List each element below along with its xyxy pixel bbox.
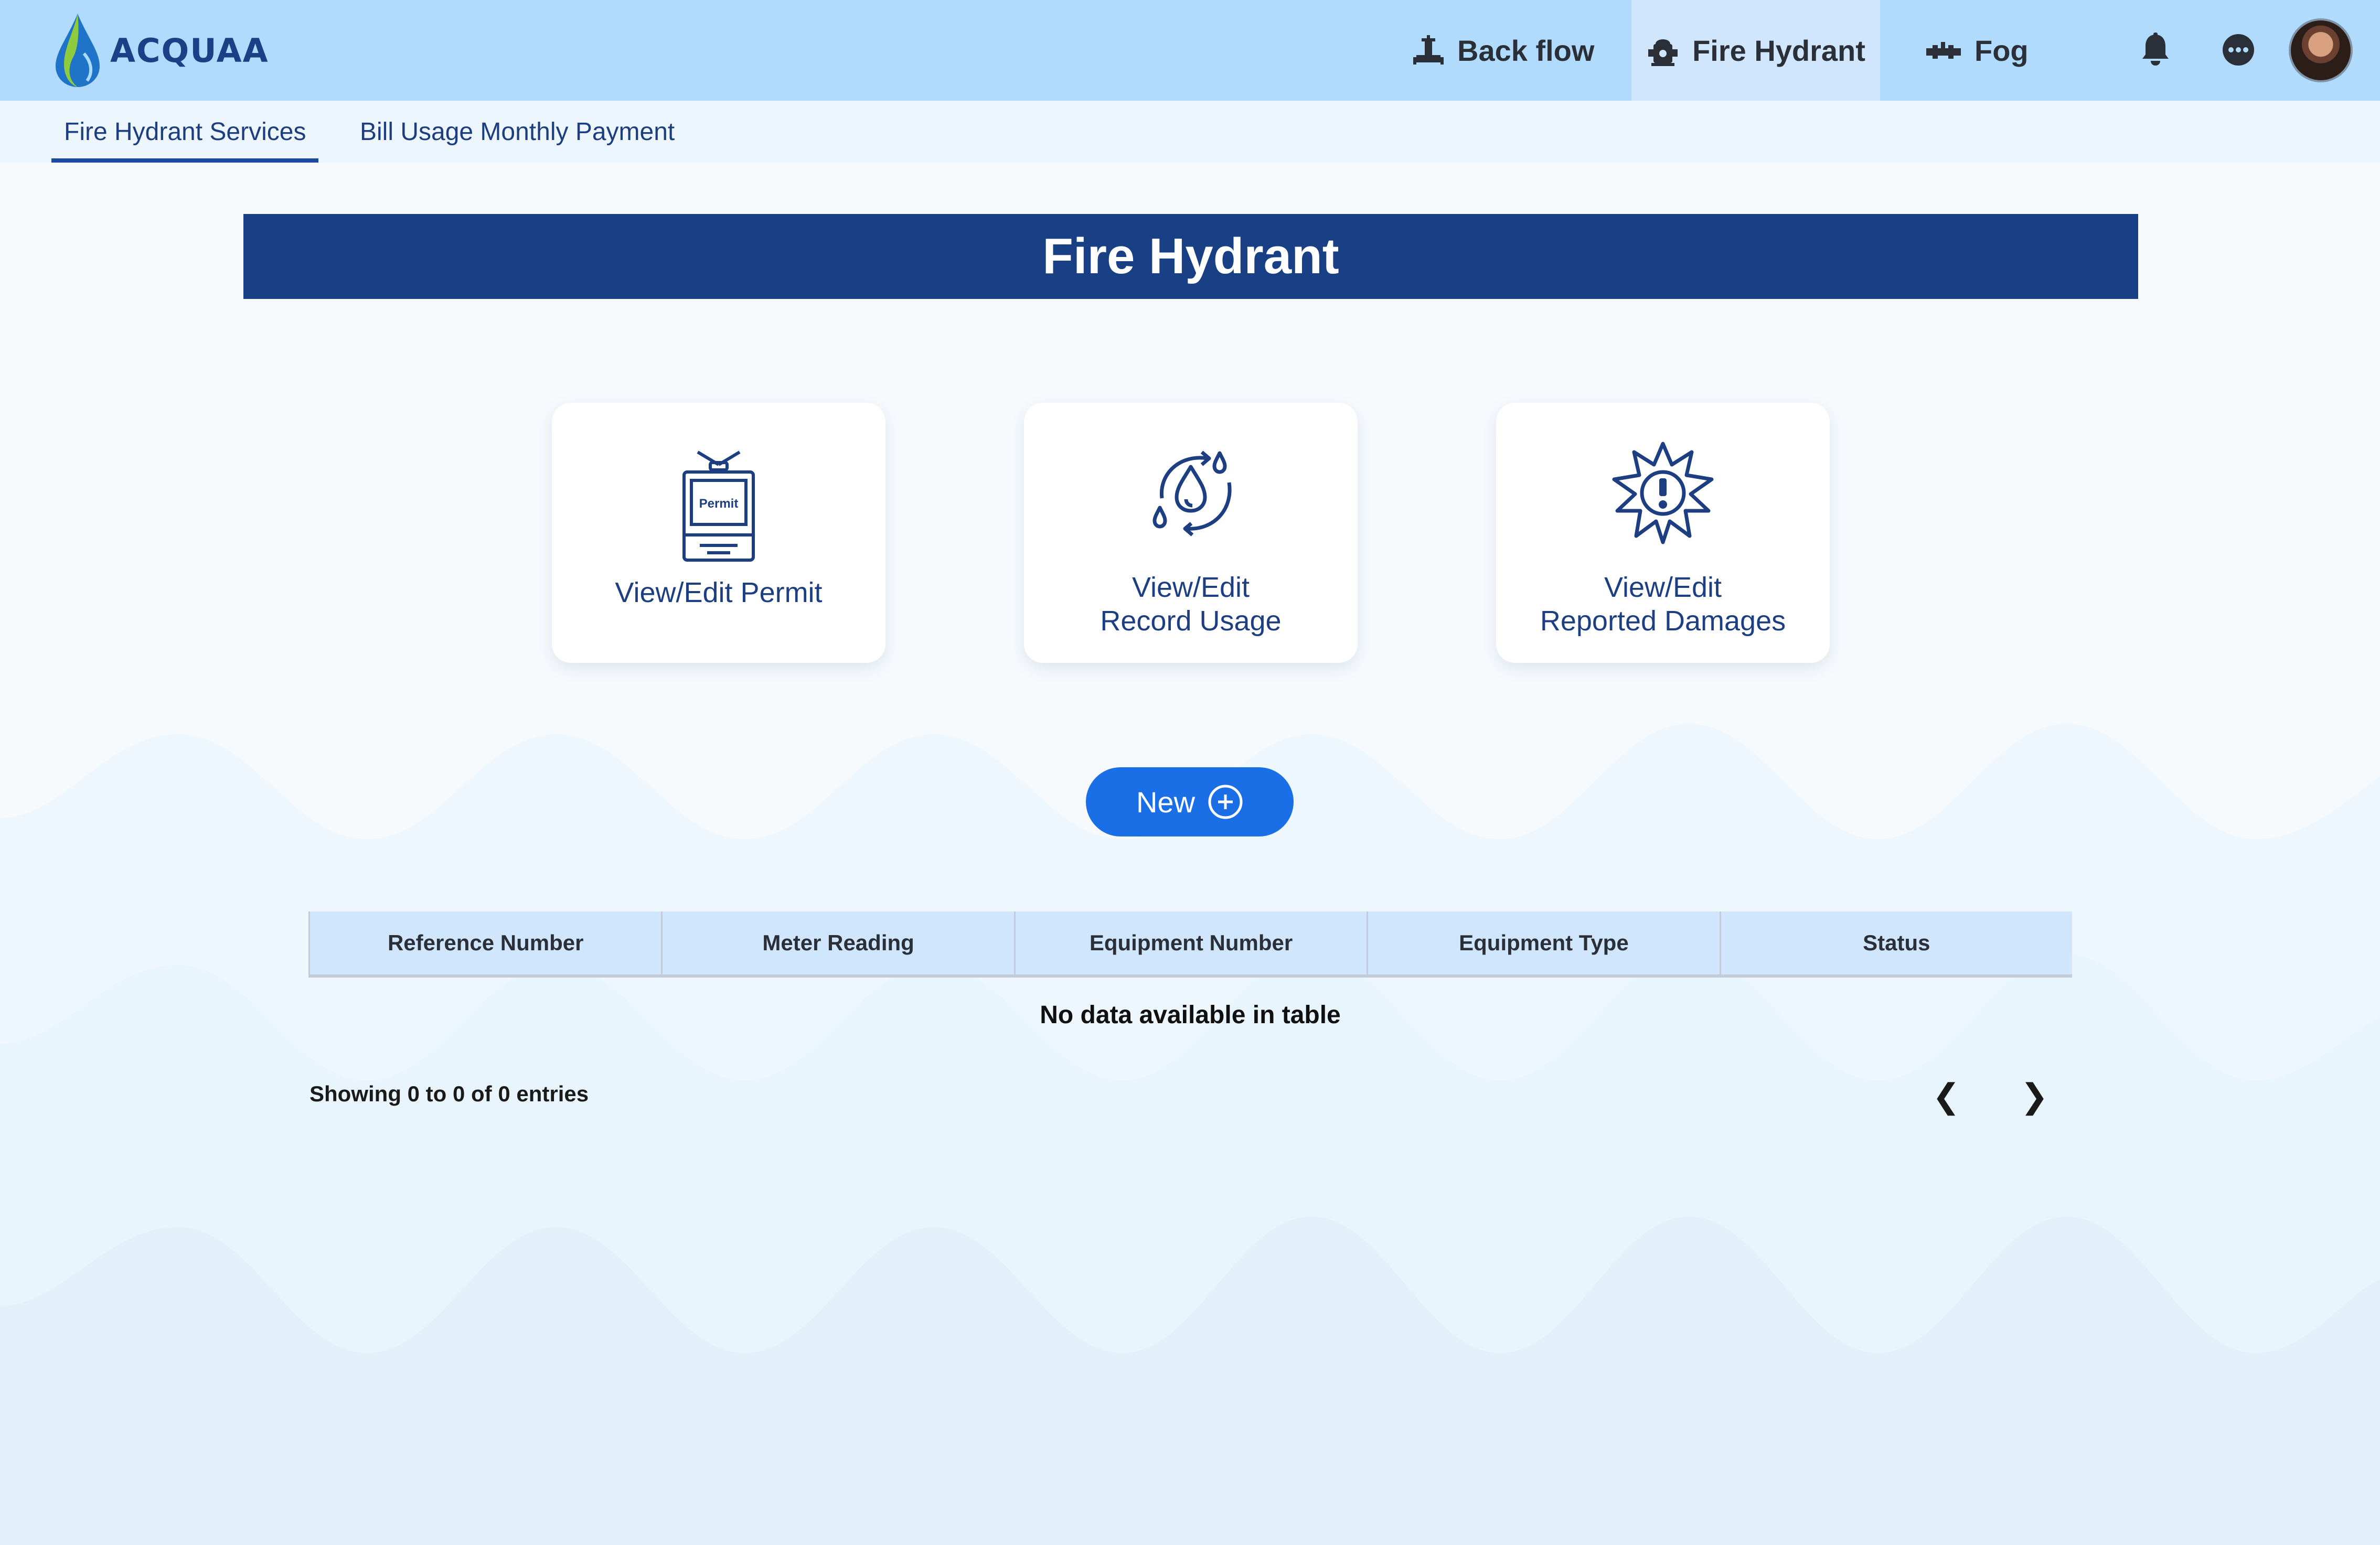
card-view-edit-permit[interactable]: Permit View/Edit Permit	[552, 403, 885, 663]
pagination-prev-button[interactable]: ❮	[1930, 1075, 1962, 1117]
page-title: Fire Hydrant	[243, 214, 2138, 299]
permit-icon: Permit	[682, 450, 755, 562]
notifications-button[interactable]	[2138, 31, 2173, 68]
subtab-fire-hydrant-services[interactable]: Fire Hydrant Services	[51, 101, 319, 163]
card-view-edit-reported-damages[interactable]: View/Edit Reported Damages	[1496, 403, 1830, 663]
column-header-status[interactable]: Status	[1721, 911, 2072, 974]
more-icon	[2223, 34, 2254, 66]
nav-tab-fire-hydrant[interactable]: Fire Hydrant	[1631, 0, 1880, 101]
column-header-meter-reading[interactable]: Meter Reading	[663, 911, 1016, 974]
top-navigation-bar: ACQUAA Back flow Fire Hydrant Fog	[0, 0, 2380, 101]
water-cycle-icon	[1152, 450, 1232, 537]
nav-tab-fog[interactable]: Fog	[1925, 0, 2062, 101]
fog-pipe-icon	[1926, 42, 1961, 59]
plus-circle-icon	[1208, 785, 1243, 819]
subtab-label: Fire Hydrant Services	[64, 117, 306, 146]
column-header-equipment-number[interactable]: Equipment Number	[1016, 911, 1369, 974]
avatar[interactable]	[2289, 18, 2353, 82]
pagination-next-button[interactable]: ❯	[2019, 1075, 2050, 1117]
card-label-line1: View/Edit	[1604, 572, 1722, 603]
nav-tab-label: Fog	[1975, 34, 2029, 67]
more-options-button[interactable]	[2220, 31, 2257, 68]
nav-tab-label: Back flow	[1457, 34, 1595, 67]
fire-hydrant-icon	[1648, 39, 1678, 66]
table-header: Reference Number Meter Reading Equipment…	[308, 911, 2072, 978]
backflow-valve-icon	[1413, 35, 1444, 65]
table-info: Showing 0 to 0 of 0 entries	[309, 1081, 589, 1106]
new-button[interactable]: New	[1086, 767, 1294, 836]
logo-text: ACQUAA	[110, 31, 269, 70]
card-view-edit-record-usage[interactable]: View/Edit Record Usage	[1024, 403, 1358, 663]
card-label: View/Edit Permit	[615, 577, 823, 608]
sub-navigation-bar: Fire Hydrant Services Bill Usage Monthly…	[0, 101, 2380, 163]
card-label-line2: Record Usage	[1100, 605, 1282, 637]
permit-icon-text: Permit	[699, 497, 739, 511]
new-button-label: New	[1136, 785, 1196, 819]
subtab-label: Bill Usage Monthly Payment	[360, 117, 675, 146]
table-empty-message: No data available in table	[1040, 1001, 1341, 1029]
card-label-line2: Reported Damages	[1540, 605, 1786, 637]
data-table: Reference Number Meter Reading Equipment…	[308, 911, 2072, 978]
subtab-bill-usage-monthly-payment[interactable]: Bill Usage Monthly Payment	[360, 101, 675, 163]
card-label-line1: View/Edit	[1132, 572, 1250, 603]
bell-icon	[2142, 33, 2169, 66]
nav-tab-label: Fire Hydrant	[1692, 34, 1865, 67]
damage-alert-icon	[1612, 442, 1714, 544]
column-header-equipment-type[interactable]: Equipment Type	[1368, 911, 1721, 974]
nav-tab-back-flow[interactable]: Back flow	[1412, 0, 1622, 101]
water-drop-logo-icon	[56, 14, 100, 87]
column-header-reference-number[interactable]: Reference Number	[310, 911, 663, 974]
app-logo[interactable]: ACQUAA	[52, 12, 269, 89]
